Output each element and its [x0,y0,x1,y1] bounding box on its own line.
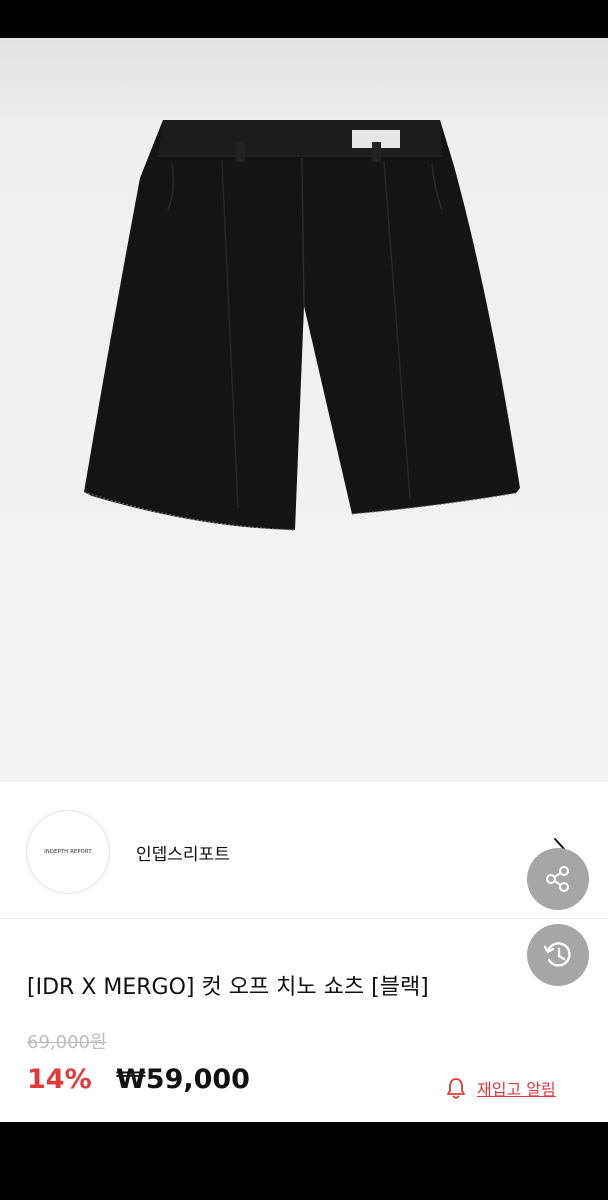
brand-name[interactable]: 인뎁스리포트 [136,840,230,865]
navigation-bar [0,1122,608,1200]
product-image[interactable] [0,38,608,782]
brand-logo-text: INDEPTH REPORT [44,849,92,855]
product-title: [IDR X MERGO] 컷 오프 치노 쇼츠 [블랙] [27,975,429,1000]
history-button[interactable] [527,924,589,986]
status-bar [0,0,608,38]
history-icon [543,942,571,967]
share-button[interactable] [527,848,589,910]
bell-icon [447,1078,465,1099]
share-icon [546,866,569,892]
restock-alert-button[interactable]: 재입고 알림 [445,1076,556,1100]
brand-row[interactable]: INDEPTH REPORT 인뎁스리포트 [0,782,608,918]
divider [0,918,608,919]
sale-price: ₩59,000 [116,1064,250,1095]
discount-rate: 14% [27,1064,92,1095]
restock-alert-label: 재입고 알림 [477,1080,556,1099]
brand-logo[interactable]: INDEPTH REPORT [26,810,110,894]
original-price: 69,000원 [27,1032,107,1053]
shorts-illustration [83,120,520,531]
